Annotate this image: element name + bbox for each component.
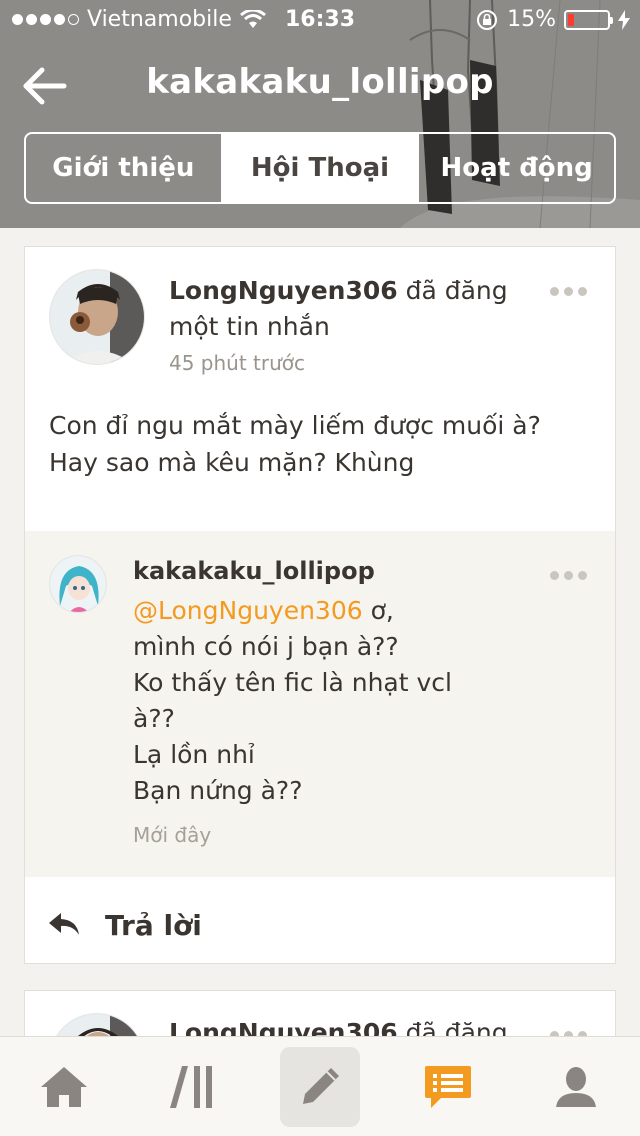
reply-line: Lạ lồn nhỉ	[133, 740, 255, 769]
tab-profile[interactable]	[512, 1037, 640, 1136]
message-time: 45 phút trước	[169, 351, 306, 375]
charging-icon	[618, 9, 630, 30]
tab-messages[interactable]	[384, 1037, 512, 1136]
tab-gioi-thieu[interactable]: Giới thiệu	[26, 134, 223, 202]
message-body: Con đỉ ngu mắt mày liếm được muối à? Hay…	[49, 411, 541, 477]
tab-library[interactable]	[128, 1037, 256, 1136]
pencil-icon	[303, 1067, 339, 1104]
arrow-left-icon	[23, 67, 67, 105]
author-name[interactable]: LongNguyen306	[169, 276, 398, 305]
message-title: LongNguyen306 đã đăng một tin nhắn	[169, 273, 509, 345]
message-card: LongNguyen306 đã đăng	[24, 990, 616, 1036]
profile-tabs: Giới thiệu Hội Thoại Hoạt động	[24, 132, 616, 204]
profile-icon	[556, 1066, 596, 1107]
avatar-photo	[50, 556, 106, 612]
reply-text-fragment: ơ,	[362, 596, 394, 625]
reply-line: Ko thấy tên fic là nhạt vcl	[133, 668, 452, 697]
reply-item: kakakaku_lollipop @LongNguyen306 ơ, mình…	[25, 531, 615, 877]
rotation-lock-icon	[477, 9, 498, 30]
avatar[interactable]	[49, 1013, 145, 1036]
battery-percent: 15%	[507, 7, 556, 32]
avatar-photo	[50, 1014, 144, 1036]
home-icon	[41, 1066, 87, 1107]
profile-header: Vietnamobile 16:33 15% kakakaku_lollipop…	[0, 0, 640, 228]
app-root: Vietnamobile 16:33 15% kakakaku_lollipop…	[0, 0, 640, 1136]
tab-home[interactable]	[0, 1037, 128, 1136]
reply-text: @LongNguyen306 ơ, mình có nói j bạn à?? …	[133, 593, 573, 809]
author-name[interactable]: LongNguyen306	[169, 1018, 398, 1036]
back-button[interactable]	[20, 62, 72, 110]
battery-icon	[564, 9, 613, 30]
reply-arrow-icon	[49, 913, 79, 935]
reply-more-options-button[interactable]	[546, 567, 591, 584]
more-options-button[interactable]	[546, 1027, 591, 1036]
reply-line: mình có nói j bạn à??	[133, 632, 399, 661]
reply-button-label: Trả lời	[105, 908, 202, 942]
avatar-photo	[50, 270, 144, 364]
author-action: đã đăng	[397, 1018, 508, 1036]
message-title: LongNguyen306 đã đăng	[169, 1015, 509, 1036]
reply-author-name[interactable]: kakakaku_lollipop	[133, 557, 375, 585]
tab-compose[interactable]	[256, 1037, 384, 1136]
tab-hoat-dong[interactable]: Hoạt động	[419, 134, 614, 202]
status-bar: Vietnamobile 16:33 15%	[0, 0, 640, 40]
more-options-button[interactable]	[546, 283, 591, 300]
nav-bar: kakakaku_lollipop	[0, 48, 640, 124]
avatar[interactable]	[49, 269, 145, 365]
reply-button[interactable]: Trả lời	[49, 895, 202, 955]
conversation-feed[interactable]: LongNguyen306 đã đăng một tin nhắn 45 ph…	[0, 228, 640, 1036]
message-card: LongNguyen306 đã đăng một tin nhắn 45 ph…	[24, 246, 616, 964]
more-icon	[550, 571, 559, 580]
reply-avatar[interactable]	[49, 555, 107, 613]
page-title: kakakaku_lollipop	[146, 62, 494, 102]
reply-line: Bạn nứng à??	[133, 776, 303, 805]
bottom-tab-bar	[0, 1036, 640, 1136]
reply-line: à??	[133, 704, 175, 733]
more-icon	[550, 287, 559, 296]
library-icon	[170, 1065, 212, 1108]
messages-icon	[425, 1065, 471, 1108]
tab-hoi-thoai[interactable]: Hội Thoại	[222, 134, 420, 202]
message-header: LongNguyen306 đã đăng một tin nhắn 45 ph…	[49, 269, 591, 375]
reply-time: Mới đây	[133, 823, 212, 847]
mention-link[interactable]: @LongNguyen306	[133, 596, 363, 625]
